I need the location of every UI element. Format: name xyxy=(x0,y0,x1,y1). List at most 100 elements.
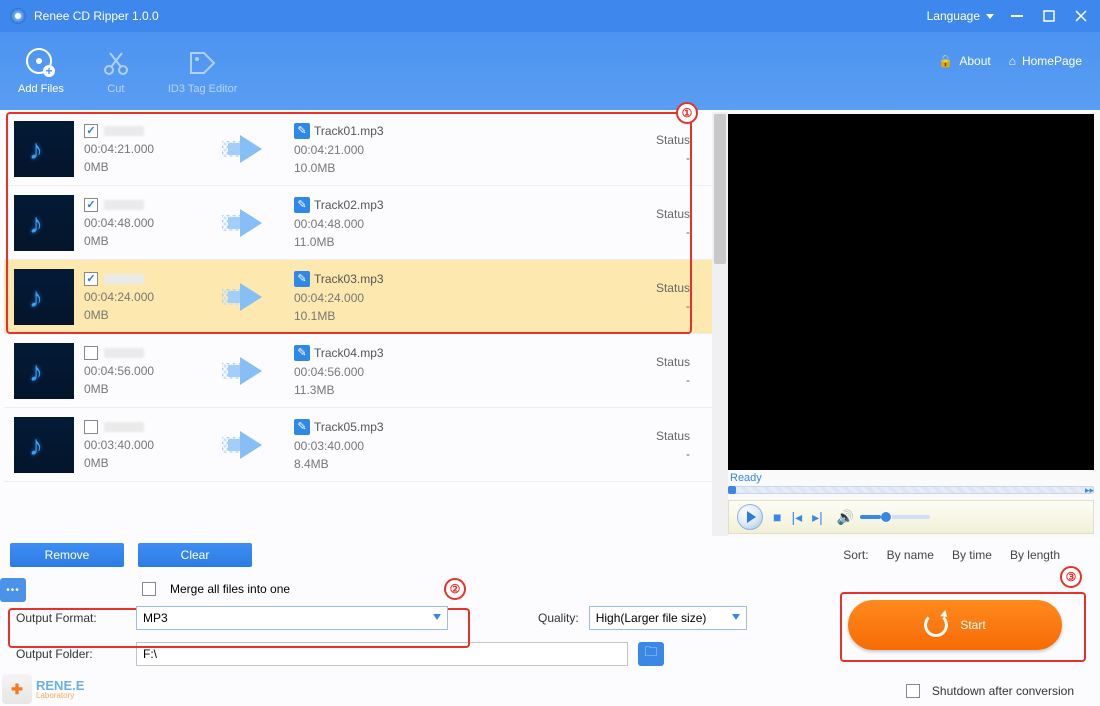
track-source-info: 00:04:48.0000MB xyxy=(84,198,204,248)
track-checkbox[interactable] xyxy=(84,198,98,212)
sort-by-length[interactable]: By length xyxy=(1010,548,1060,562)
track-name-blurred xyxy=(104,274,144,284)
maximize-button[interactable] xyxy=(1040,7,1058,25)
chevron-down-icon xyxy=(732,614,740,620)
track-size: 0MB xyxy=(84,234,204,248)
sort-by-name[interactable]: By name xyxy=(887,548,934,562)
status-value: - xyxy=(686,299,690,313)
output-filename: Track05.mp3 xyxy=(314,420,384,434)
output-format-value: MP3 xyxy=(143,611,168,625)
track-duration: 00:04:56.000 xyxy=(84,364,204,378)
convert-arrow-icon xyxy=(214,209,284,237)
shield-icon: ✚ xyxy=(2,674,32,704)
music-note-icon xyxy=(29,282,59,312)
track-row[interactable]: 00:04:48.0000MBTrack02.mp300:04:48.00011… xyxy=(4,186,712,260)
convert-arrow-icon xyxy=(214,283,284,311)
scrollbar[interactable] xyxy=(712,112,728,536)
output-folder-input[interactable]: F:\ xyxy=(136,642,628,666)
output-format-dropdown[interactable]: MP3 xyxy=(136,606,448,630)
annotation-number-1: ① xyxy=(676,102,698,124)
edit-icon[interactable] xyxy=(294,419,310,435)
homepage-link[interactable]: ⌂HomePage xyxy=(1009,54,1082,68)
track-checkbox[interactable] xyxy=(84,124,98,138)
track-list-panel: ① 00:04:21.0000MBTrack01.mp300:04:21.000… xyxy=(0,110,728,538)
scrollbar-thumb[interactable] xyxy=(714,114,726,264)
track-checkbox[interactable] xyxy=(84,420,98,434)
volume-control[interactable]: 🔊 xyxy=(837,509,930,526)
shutdown-label: Shutdown after conversion xyxy=(932,684,1074,698)
clear-button[interactable]: Clear xyxy=(138,543,252,567)
seek-slider[interactable]: ▸▸ xyxy=(728,486,1094,498)
app-title: Renee CD Ripper 1.0.0 xyxy=(34,9,927,23)
status-value: - xyxy=(686,373,690,387)
track-duration: 00:04:21.000 xyxy=(84,142,204,156)
prev-button[interactable]: |◂ xyxy=(791,509,802,526)
edit-icon[interactable] xyxy=(294,197,310,213)
track-status: Status- xyxy=(464,281,702,313)
edit-icon[interactable] xyxy=(294,123,310,139)
sort-label: Sort: xyxy=(843,548,868,562)
output-size: 8.4MB xyxy=(294,457,454,471)
track-row[interactable]: 00:04:56.0000MBTrack04.mp300:04:56.00011… xyxy=(4,334,712,408)
language-label: Language xyxy=(927,9,980,23)
track-checkbox[interactable] xyxy=(84,272,98,286)
status-header: Status xyxy=(656,207,690,221)
output-filename: Track03.mp3 xyxy=(314,272,384,286)
minimize-button[interactable] xyxy=(1008,7,1026,25)
toolbar: + Add Files Cut ID3 Tag Editor 🔒About ⌂H… xyxy=(0,32,1100,110)
track-row[interactable]: 00:04:24.0000MBTrack03.mp300:04:24.00010… xyxy=(4,260,712,334)
id3-editor-button[interactable]: ID3 Tag Editor xyxy=(168,47,238,95)
browse-button[interactable] xyxy=(0,578,26,602)
convert-arrow-icon xyxy=(214,431,284,459)
add-files-label: Add Files xyxy=(18,83,64,95)
output-size: 10.1MB xyxy=(294,309,454,323)
track-row[interactable]: 00:04:21.0000MBTrack01.mp300:04:21.00010… xyxy=(4,112,712,186)
volume-slider[interactable] xyxy=(860,515,930,519)
track-checkbox[interactable] xyxy=(84,346,98,360)
start-button[interactable]: Start xyxy=(848,600,1062,650)
remove-button[interactable]: Remove xyxy=(10,543,124,567)
edit-icon[interactable] xyxy=(294,271,310,287)
quality-value: High(Larger file size) xyxy=(596,611,707,625)
cut-button[interactable]: Cut xyxy=(100,47,132,95)
language-dropdown[interactable]: Language xyxy=(927,9,994,23)
open-folder-button[interactable] xyxy=(638,642,664,666)
track-name-blurred xyxy=(104,200,144,210)
output-filename: Track01.mp3 xyxy=(314,124,384,138)
music-note-icon xyxy=(29,208,59,238)
cd-plus-icon: + xyxy=(25,47,57,79)
track-status: Status- xyxy=(464,429,702,461)
preview-video xyxy=(728,114,1094,470)
brand-logo: ✚ RENE.ELaboratory xyxy=(2,674,84,704)
refresh-icon xyxy=(924,613,948,637)
close-button[interactable] xyxy=(1072,7,1090,25)
track-row[interactable]: 00:03:40.000 0MB Track05.mp3 00:03:40.000 8.… xyxy=(4,408,712,482)
start-label: Start xyxy=(960,618,985,632)
track-size: 0MB xyxy=(84,456,204,470)
merge-checkbox[interactable] xyxy=(142,582,156,596)
shutdown-checkbox[interactable] xyxy=(906,684,920,698)
track-name-blurred xyxy=(104,348,144,358)
id3-label: ID3 Tag Editor xyxy=(168,83,238,95)
stop-button[interactable]: ■ xyxy=(773,509,781,525)
quality-label: Quality: xyxy=(538,611,579,625)
output-size: 11.0MB xyxy=(294,235,454,249)
quality-dropdown[interactable]: High(Larger file size) xyxy=(589,606,747,630)
status-header: Status xyxy=(656,429,690,443)
track-output-info: Track05.mp3 00:03:40.000 8.4MB xyxy=(294,419,454,471)
output-duration: 00:04:24.000 xyxy=(294,291,454,305)
add-files-button[interactable]: + Add Files xyxy=(18,47,64,95)
sort-by-time[interactable]: By time xyxy=(952,548,992,562)
music-note-icon xyxy=(29,134,59,164)
play-button[interactable] xyxy=(737,504,763,530)
chevron-down-icon xyxy=(986,14,994,19)
track-size: 0MB xyxy=(84,160,204,174)
tracks-container: 00:04:21.0000MBTrack01.mp300:04:21.00010… xyxy=(4,112,712,536)
status-header: Status xyxy=(656,355,690,369)
output-duration: 00:03:40.000 xyxy=(294,439,454,453)
next-button[interactable]: ▸| xyxy=(812,509,823,526)
lock-icon: 🔒 xyxy=(938,54,953,68)
edit-icon[interactable] xyxy=(294,345,310,361)
scissors-icon xyxy=(100,47,132,79)
about-link[interactable]: 🔒About xyxy=(938,54,990,68)
